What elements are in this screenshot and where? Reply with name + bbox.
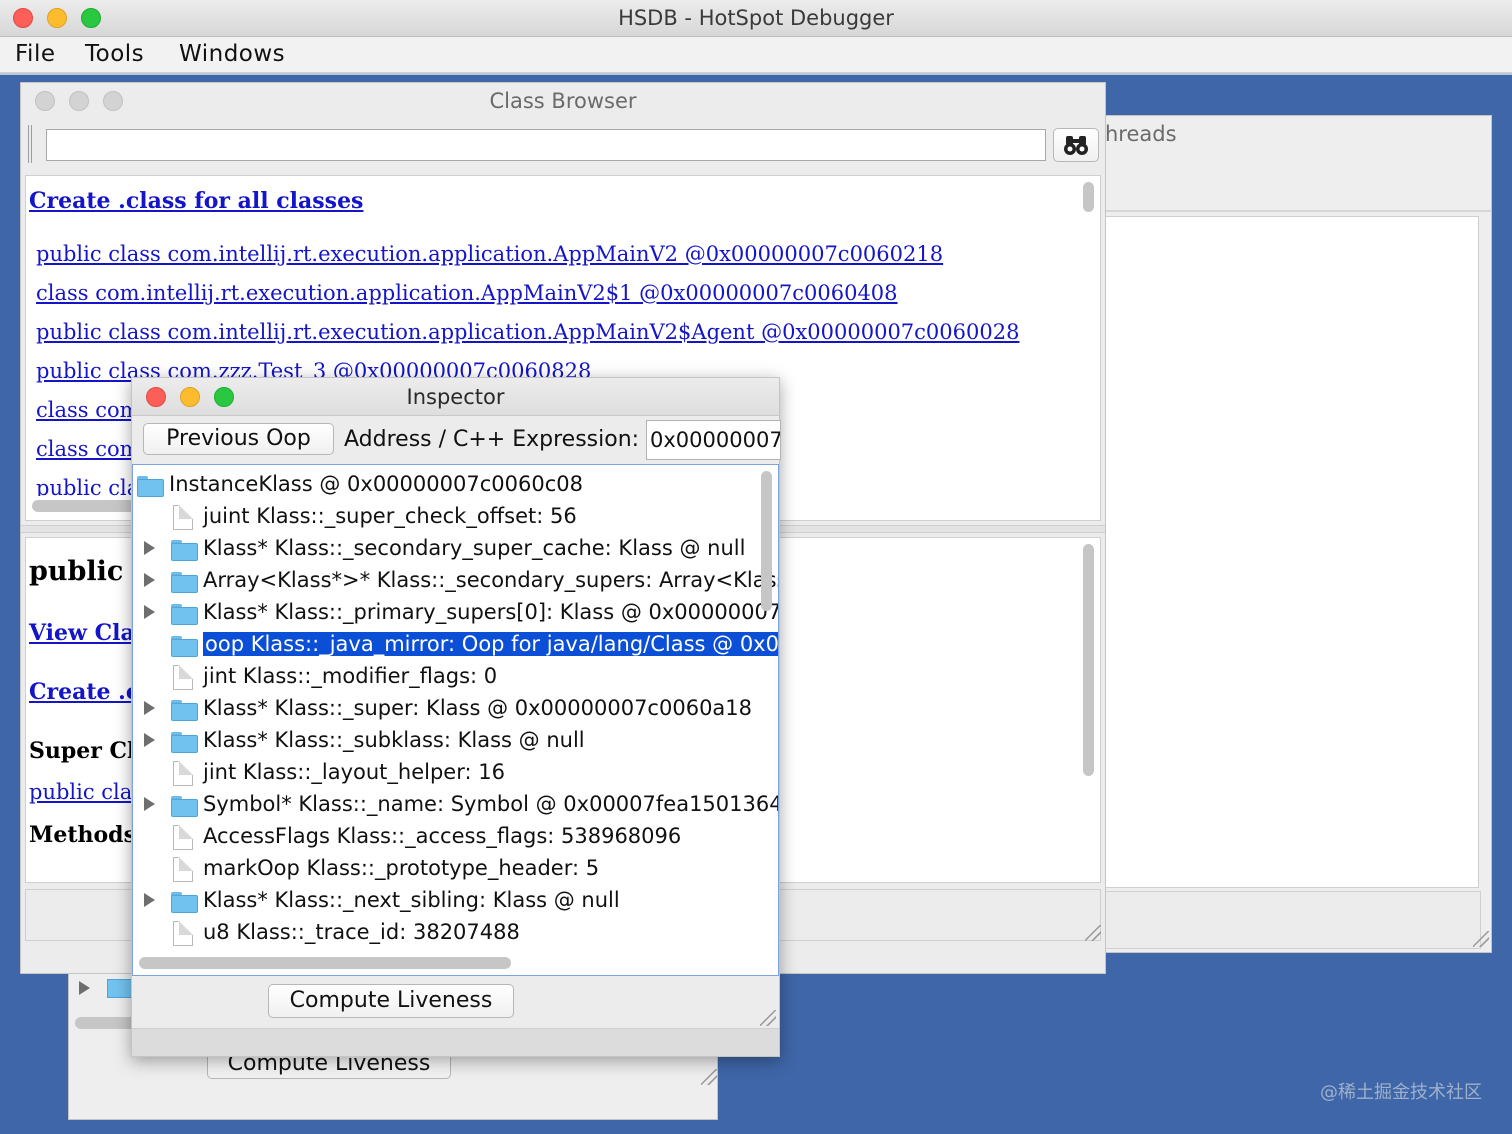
tree-row[interactable]: Symbol* Klass::_name: Symbol @ 0x00007fe… xyxy=(133,789,778,821)
previous-oop-button[interactable]: Previous Oop xyxy=(143,423,334,455)
class-browser-title: Class Browser xyxy=(489,89,637,113)
detail-vertical-scrollbar[interactable] xyxy=(1083,544,1094,776)
menu-windows[interactable]: Windows xyxy=(179,41,285,67)
file-icon xyxy=(173,921,193,946)
menu-tools[interactable]: Tools xyxy=(85,41,144,67)
class-link[interactable]: public class com.intellij.rt.execution.a… xyxy=(36,242,943,266)
folder-icon xyxy=(171,732,198,753)
expand-arrow-icon[interactable] xyxy=(144,733,155,747)
tree-row-label: Klass* Klass::_primary_supers[0]: Klass … xyxy=(203,600,779,624)
folder-icon xyxy=(137,476,164,497)
expand-arrow-icon[interactable] xyxy=(79,981,90,995)
toolbar-handle[interactable] xyxy=(28,125,32,163)
tree-row[interactable]: Array<Klass*>* Klass::_secondary_supers:… xyxy=(133,565,778,597)
folder-icon xyxy=(171,604,198,625)
threads-window-title: hreads xyxy=(1105,122,1177,146)
class-list-vertical-scrollbar[interactable] xyxy=(1083,182,1094,212)
tree-row-label: Klass* Klass::_secondary_super_cache: Kl… xyxy=(203,536,746,560)
expand-arrow-icon[interactable] xyxy=(144,893,155,907)
tree-row[interactable]: markOop Klass::_prototype_header: 5 xyxy=(133,853,773,885)
folder-icon xyxy=(171,572,198,593)
tree-vertical-scrollbar[interactable] xyxy=(761,471,772,611)
expand-arrow-icon[interactable] xyxy=(144,573,155,587)
tree-row-label: oop Klass::_java_mirror: Oop for java/la… xyxy=(203,632,778,656)
tree-row-label: Klass* Klass::_next_sibling: Klass @ nul… xyxy=(203,888,620,912)
inspector-window: Inspector Previous Oop Address / C++ Exp… xyxy=(131,377,781,1057)
inspector-resize-grip[interactable] xyxy=(760,1010,776,1026)
threads-divider xyxy=(1091,210,1491,212)
tree-row-label: Klass* Klass::_subklass: Klass @ null xyxy=(203,728,585,752)
tree-row[interactable]: u8 Klass::_trace_id: 38207488 xyxy=(133,917,773,949)
inspector-status-strip xyxy=(132,1028,779,1056)
tree-row[interactable]: Klass* Klass::_super: Klass @ 0x00000007… xyxy=(133,693,773,725)
file-icon xyxy=(173,505,193,530)
watermark-text: @稀土掘金技术社区 xyxy=(1320,1082,1482,1103)
folder-icon xyxy=(107,979,132,998)
tree-row-label: jint Klass::_layout_helper: 16 xyxy=(203,760,505,784)
inspector-title: Inspector xyxy=(406,385,505,409)
inspector-tree: InstanceKlass @ 0x00000007c0060c08 juint … xyxy=(132,464,779,976)
tree-row[interactable]: Klass* Klass::_next_sibling: Klass @ nul… xyxy=(133,885,773,917)
tree-row[interactable]: Klass* Klass::_subklass: Klass @ null xyxy=(133,725,773,757)
folder-icon xyxy=(171,636,198,657)
tree-row-label: InstanceKlass @ 0x00000007c0060c08 xyxy=(169,472,583,496)
file-icon xyxy=(173,857,193,882)
tree-row-label: Array<Klass*>* Klass::_secondary_supers:… xyxy=(203,568,779,592)
tree-row-label: Klass* Klass::_super: Klass @ 0x00000007… xyxy=(203,696,753,720)
class-list-horizontal-scrollbar[interactable] xyxy=(32,500,142,512)
tree-row-selected[interactable]: oop Klass::_java_mirror: Oop for java/la… xyxy=(133,629,778,661)
menubar: File Tools Windows xyxy=(0,37,1512,73)
expand-arrow-icon[interactable] xyxy=(144,541,155,555)
find-button[interactable] xyxy=(1053,128,1099,162)
class-link[interactable]: class com. xyxy=(36,437,146,461)
class-link[interactable]: class com.intellij.rt.execution.applicat… xyxy=(36,281,898,305)
binoculars-icon xyxy=(1064,136,1088,155)
menu-file[interactable]: File xyxy=(15,41,56,67)
file-icon xyxy=(173,825,193,850)
tree-row[interactable]: jint Klass::_layout_helper: 16 xyxy=(133,757,773,789)
tree-row-label: juint Klass::_super_check_offset: 56 xyxy=(203,504,577,528)
folder-icon xyxy=(171,540,198,561)
class-search-input[interactable] xyxy=(46,129,1046,161)
file-icon xyxy=(173,761,193,786)
file-icon xyxy=(173,665,193,690)
threads-list[interactable] xyxy=(1105,216,1479,888)
expand-arrow-icon[interactable] xyxy=(144,701,155,715)
expand-arrow-icon[interactable] xyxy=(144,797,155,811)
tree-row-label: u8 Klass::_trace_id: 38207488 xyxy=(203,920,520,944)
tree-row-label: AccessFlags Klass::_access_flags: 538968… xyxy=(203,824,682,848)
threads-bottom-panel xyxy=(1105,891,1481,949)
tree-row[interactable]: InstanceKlass @ 0x00000007c0060c08 xyxy=(133,469,773,501)
tree-row[interactable]: jint Klass::_modifier_flags: 0 xyxy=(133,661,773,693)
tree-row[interactable]: AccessFlags Klass::_access_flags: 538968… xyxy=(133,821,773,853)
methods-label: Methods xyxy=(29,822,136,848)
folder-icon xyxy=(171,892,198,913)
app-title: HSDB - HotSpot Debugger xyxy=(618,6,894,30)
class-link[interactable]: public class com.intellij.rt.execution.a… xyxy=(36,320,1019,344)
bg-resize-grip[interactable] xyxy=(701,1069,717,1085)
class-browser-resize-grip[interactable] xyxy=(1085,925,1101,941)
address-input[interactable] xyxy=(646,420,781,460)
class-link[interactable]: class com. xyxy=(36,398,146,422)
address-label: Address / C++ Expression: xyxy=(344,427,640,452)
tree-horizontal-scrollbar[interactable] xyxy=(139,957,511,969)
tree-row-label: markOop Klass::_prototype_header: 5 xyxy=(203,856,600,880)
compute-liveness-button[interactable]: Compute Liveness xyxy=(268,984,514,1018)
folder-icon xyxy=(171,700,198,721)
desktop-edge xyxy=(0,73,1512,75)
threads-resize-grip[interactable] xyxy=(1473,931,1489,947)
create-all-classes-link[interactable]: Create .class for all classes xyxy=(29,188,363,214)
threads-window: hreads xyxy=(1090,115,1492,953)
app-titlebar: HSDB - HotSpot Debugger xyxy=(0,0,1512,37)
tree-row[interactable]: Klass* Klass::_primary_supers[0]: Klass … xyxy=(133,597,778,629)
tree-row[interactable]: Klass* Klass::_secondary_super_cache: Kl… xyxy=(133,533,773,565)
folder-icon xyxy=(171,796,198,817)
expand-arrow-icon[interactable] xyxy=(144,605,155,619)
tree-row-label: Symbol* Klass::_name: Symbol @ 0x00007fe… xyxy=(203,792,779,816)
tree-row-label: jint Klass::_modifier_flags: 0 xyxy=(203,664,498,688)
tree-row[interactable]: juint Klass::_super_check_offset: 56 xyxy=(133,501,773,533)
